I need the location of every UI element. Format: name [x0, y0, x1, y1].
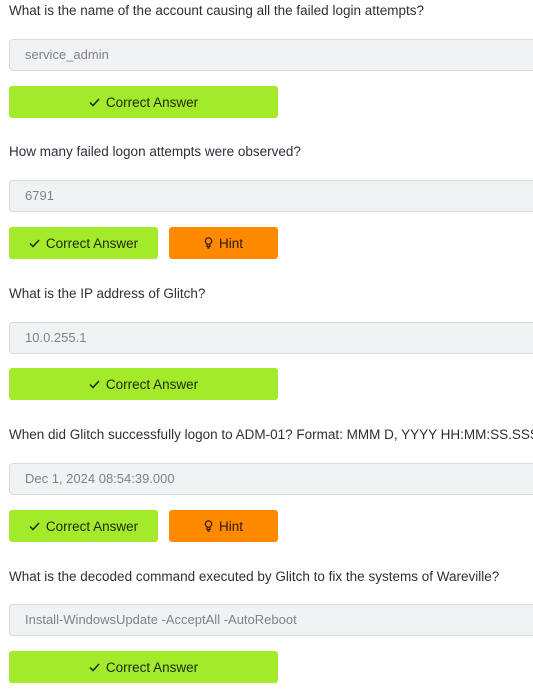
- task-questions: What is the name of the account causing …: [0, 0, 533, 691]
- correct-answer-label: Correct Answer: [105, 94, 199, 110]
- answer-field[interactable]: Install-WindowsUpdate -AcceptAll -AutoRe…: [9, 604, 533, 636]
- lightbulb-icon: [204, 237, 213, 249]
- correct-answer-button[interactable]: Correct Answer: [9, 86, 278, 118]
- hint-button[interactable]: Hint: [169, 227, 278, 259]
- correct-answer-label: Correct Answer: [45, 235, 139, 251]
- question-text: What is the IP address of Glitch?: [9, 286, 206, 301]
- button-row: Correct Answer: [9, 86, 278, 118]
- question-text: When did Glitch successfully logon to AD…: [9, 427, 533, 442]
- correct-answer-button[interactable]: Correct Answer: [9, 510, 158, 542]
- correct-answer-label: Correct Answer: [105, 376, 199, 392]
- check-icon: [29, 521, 40, 531]
- button-row: Correct Answer Hint: [9, 510, 278, 542]
- question-text: How many failed logon attempts were obse…: [9, 144, 301, 159]
- hint-button[interactable]: Hint: [169, 510, 278, 542]
- answer-field[interactable]: 10.0.255.1: [9, 322, 533, 354]
- answer-field[interactable]: service_admin: [9, 39, 533, 71]
- answer-field[interactable]: 6791: [9, 180, 533, 212]
- button-row: Correct Answer Hint: [9, 227, 278, 259]
- button-row: Correct Answer: [9, 651, 278, 683]
- lightbulb-icon: [204, 520, 213, 532]
- check-icon: [89, 97, 100, 107]
- hint-label: Hint: [218, 235, 243, 251]
- question-text: What is the name of the account causing …: [9, 3, 424, 18]
- check-icon: [89, 379, 100, 389]
- button-row: Correct Answer: [9, 368, 278, 400]
- correct-answer-label: Correct Answer: [105, 659, 199, 675]
- correct-answer-button[interactable]: Correct Answer: [9, 368, 278, 400]
- correct-answer-button[interactable]: Correct Answer: [9, 227, 158, 259]
- hint-label: Hint: [218, 518, 243, 534]
- correct-answer-button[interactable]: Correct Answer: [9, 651, 278, 683]
- check-icon: [89, 662, 100, 672]
- check-icon: [29, 238, 40, 248]
- answer-field[interactable]: Dec 1, 2024 08:54:39.000: [9, 463, 533, 495]
- correct-answer-label: Correct Answer: [45, 518, 139, 534]
- question-text: What is the decoded command executed by …: [9, 569, 500, 584]
